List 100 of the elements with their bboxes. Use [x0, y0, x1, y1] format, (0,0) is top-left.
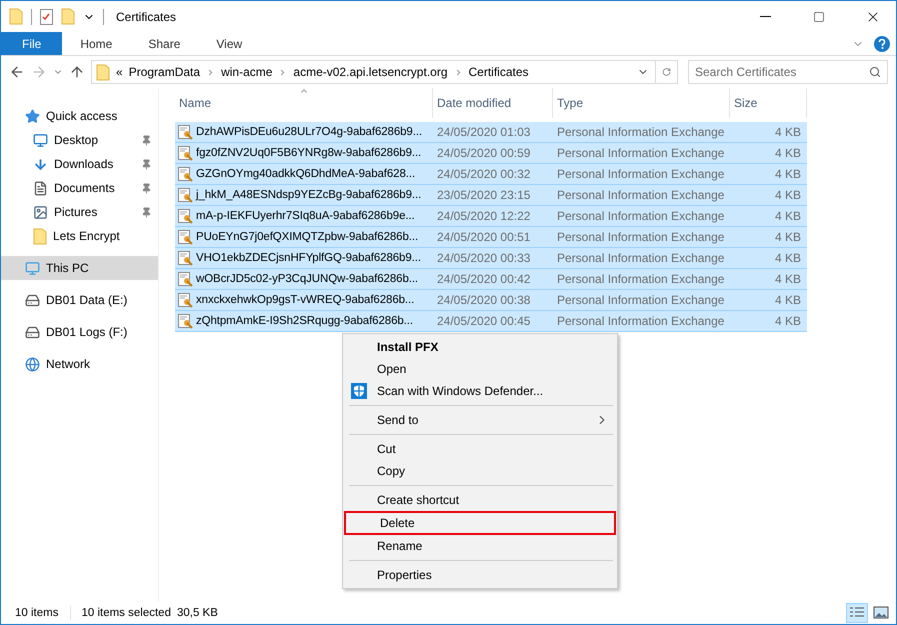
size-cell-text: 4 KB: [774, 293, 802, 307]
file-name: j_hkM_A48ESNdsp9YEZcBg-9abaf6286b9...: [196, 189, 422, 201]
sidebar-item[interactable]: Lets Encrypt: [1, 224, 158, 248]
drive-icon: [25, 324, 40, 340]
menu-item[interactable]: Cut: [343, 438, 617, 460]
breadcrumb-overflow[interactable]: «: [116, 65, 123, 79]
sidebar-item[interactable]: Quick access: [1, 104, 158, 128]
size-cell-text: 4 KB: [774, 209, 802, 223]
shield-icon: [351, 383, 367, 399]
drive-icon: [25, 292, 40, 308]
address-bar[interactable]: « ProgramData win-acme acme-v02.api.letsencrypt.org Certificates: [91, 60, 678, 84]
date-cell-text: 24/05/2020 00:45: [436, 314, 532, 328]
type-cell-text: Personal Information Exchange: [556, 167, 726, 181]
file-row[interactable]: fgz0fZNV2Uq0F5B6YNRg8w-9abaf6286b9... 24/05/2020 00:59 Personal Information Exchange 4 KB: [175, 143, 807, 164]
ribbon-tab[interactable]: Home: [62, 32, 130, 55]
file-row[interactable]: GZGnOYmg40adkkQ6DhdMeA-9abaf628... 24/05/2020 00:32 Personal Information Exchange 4 KB: [175, 164, 807, 185]
breadcrumb[interactable]: ProgramData: [128, 65, 200, 79]
sidebar-item[interactable]: DB01 Data (E:): [1, 288, 158, 312]
date-cell-text: 24/05/2020 00:59: [436, 146, 532, 160]
type-cell-text: Personal Information Exchange: [556, 251, 726, 265]
size-cell-text: 4 KB: [774, 230, 802, 244]
search-field[interactable]: Search Certificates: [688, 60, 888, 84]
file-row[interactable]: DzhAWPisDEu6u28ULr7O4g-9abaf6286b9... 24/05/2020 01:03 Personal Information Exchange 4 KB: [175, 122, 807, 143]
type-cell-text: Personal Information Exchange: [556, 293, 726, 307]
details-view-button[interactable]: [846, 603, 868, 623]
certificate-file-icon: [177, 145, 193, 161]
menu-item[interactable]: Open: [343, 358, 617, 380]
ribbon-tab[interactable]: Share: [130, 32, 198, 55]
menu-item[interactable]: Create shortcut: [343, 489, 617, 511]
up-icon: [69, 64, 85, 80]
image-icon: [873, 606, 889, 620]
size-cell-text: 4 KB: [774, 167, 802, 181]
computer-icon: [25, 260, 40, 276]
properties-icon[interactable]: [40, 8, 53, 24]
network-icon: [25, 356, 40, 372]
sidebar-item[interactable]: Documents: [1, 176, 158, 200]
column-header[interactable]: Date modified: [433, 88, 553, 118]
selection-size: 30,5 KB: [176, 607, 218, 619]
certificate-file-icon: [177, 292, 193, 308]
up-button[interactable]: [69, 64, 85, 80]
certificate-file-icon: [177, 187, 193, 203]
desktop-icon: [33, 132, 48, 148]
column-header[interactable]: Type: [553, 88, 730, 118]
type-cell-text: Personal Information Exchange: [556, 314, 726, 328]
sidebar-item[interactable]: Downloads: [1, 152, 158, 176]
file-name: VHO1ekbZDECjsnHFYplfGQ-9abaf6286b9...: [196, 252, 421, 264]
type-cell-text: Personal Information Exchange: [556, 209, 726, 223]
ribbon-tab[interactable]: View: [198, 32, 260, 55]
column-header[interactable]: Name: [175, 88, 433, 118]
type-cell-text: Personal Information Exchange: [556, 125, 726, 139]
file-row[interactable]: PUoEYnG7j0efQXIMQTZpbw-9abaf6286b... 24/05/2020 00:51 Personal Information Exchange 4 KB: [175, 227, 807, 248]
size-cell-text: 4 KB: [774, 251, 802, 265]
sidebar-item[interactable]: Pictures: [1, 200, 158, 224]
help-icon[interactable]: [874, 36, 890, 52]
menu-item[interactable]: Scan with Windows Defender...: [343, 380, 617, 402]
sidebar-item[interactable]: Desktop: [1, 128, 158, 152]
file-tab[interactable]: File: [1, 32, 62, 55]
date-cell-text: 24/05/2020 00:38: [436, 293, 532, 307]
folder-icon: [33, 228, 47, 244]
menu-item[interactable]: Copy: [343, 460, 617, 482]
file-name: mA-p-IEKFUyerhr7SIq8uA-9abaf6286b9e...: [196, 210, 415, 222]
forward-icon: [31, 64, 47, 80]
certificate-file-icon: [177, 208, 193, 224]
menu-item[interactable]: Install PFX: [343, 336, 617, 358]
breadcrumb[interactable]: acme-v02.api.letsencrypt.org: [293, 65, 448, 79]
date-cell-text: 24/05/2020 00:42: [436, 272, 532, 286]
back-button[interactable]: [9, 64, 25, 80]
certificate-file-icon: [177, 124, 193, 140]
folder-icon: [96, 64, 110, 80]
sidebar-item[interactable]: This PC: [1, 256, 158, 280]
file-row[interactable]: mA-p-IEKFUyerhr7SIq8uA-9abaf6286b9e... 24/05/2020 12:22 Personal Information Exchange 4 KB: [175, 206, 807, 227]
new-folder-icon: [61, 8, 75, 25]
maximize-icon: [813, 10, 825, 22]
menu-item[interactable]: Rename: [343, 535, 617, 557]
breadcrumb[interactable]: Certificates: [468, 65, 529, 79]
menu-item[interactable]: Delete: [344, 511, 616, 535]
file-row[interactable]: xnxckxehwkOp9gsT-vWREQ-9abaf6286b... 24/05/2020 00:38 Personal Information Exchange 4 KB: [175, 290, 807, 311]
file-row[interactable]: VHO1ekbZDECjsnHFYplfGQ-9abaf6286b9... 24/05/2020 00:33 Personal Information Exchange 4 KB: [175, 248, 807, 269]
file-row[interactable]: j_hkM_A48ESNdsp9YEZcBg-9abaf6286b9... 23/05/2020 23:15 Personal Information Exchange 4 KB: [175, 185, 807, 206]
sidebar-item[interactable]: DB01 Logs (F:): [1, 320, 158, 344]
size-cell-text: 4 KB: [774, 188, 802, 202]
column-header[interactable]: Size: [730, 88, 807, 118]
date-cell-text: 24/05/2020 00:33: [436, 251, 532, 265]
certificate-file-icon: [177, 271, 193, 287]
file-row[interactable]: wOBcrJD5c02-yP3CqJUNQw-9abaf6286b... 24/05/2020 00:42 Personal Information Exchange 4 KB: [175, 269, 807, 290]
certificate-file-icon: [177, 229, 193, 245]
sidebar-item[interactable]: Network: [1, 352, 158, 376]
file-name: zQhtpmAmkE-I9Sh2SRqugg-9abaf6286b...: [196, 315, 413, 327]
file-row[interactable]: zQhtpmAmkE-I9Sh2SRqugg-9abaf6286b... 24/05/2020 00:45 Personal Information Exchange 4 KB: [175, 311, 807, 332]
date-cell-text: 24/05/2020 00:32: [436, 167, 532, 181]
size-cell-text: 4 KB: [774, 146, 802, 160]
menu-item[interactable]: Send to: [343, 409, 617, 431]
date-cell-text: 24/05/2020 00:51: [436, 230, 532, 244]
menu-item[interactable]: Properties: [343, 564, 617, 586]
file-name: GZGnOYmg40adkkQ6DhdMeA-9abaf628...: [196, 168, 416, 180]
breadcrumb[interactable]: win-acme: [221, 65, 272, 79]
back-icon: [9, 64, 25, 80]
type-cell-text: Personal Information Exchange: [556, 146, 726, 160]
minimize-icon: [760, 16, 770, 17]
file-name: xnxckxehwkOp9gsT-vWREQ-9abaf6286b...: [196, 294, 414, 306]
